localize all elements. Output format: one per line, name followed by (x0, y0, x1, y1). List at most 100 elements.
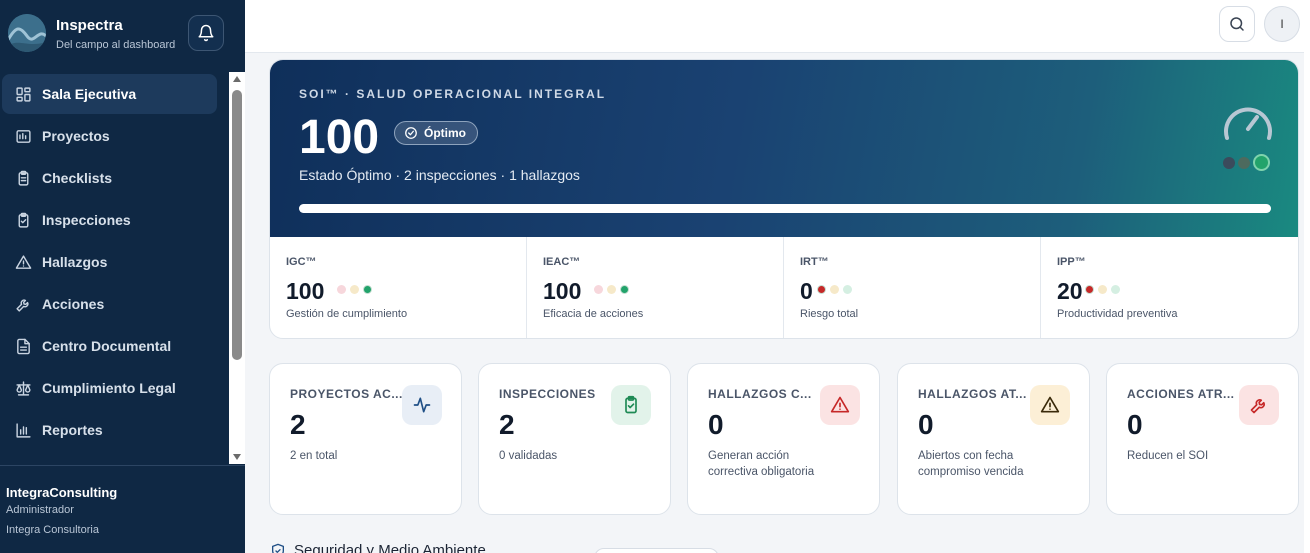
metric-dot (607, 285, 616, 294)
soi-hero: SOI™ · SALUD OPERACIONAL INTEGRAL 100 Óp… (270, 60, 1298, 237)
kpi-card[interactable]: PROYECTOS AC... 2 2 en total (269, 363, 462, 515)
soi-score: 100 (299, 111, 380, 164)
metric-traffic-light (594, 285, 629, 294)
shield-icon (272, 543, 284, 553)
check-circle-icon (405, 127, 417, 139)
metric-name: IRT™ (800, 256, 829, 268)
kpi-card[interactable]: ACCIONES ATR... 0 Reducen el SOI (1106, 363, 1299, 515)
soi-card: SOI™ · SALUD OPERACIONAL INTEGRAL 100 Óp… (269, 59, 1299, 339)
metric-dot (620, 285, 629, 294)
kpi-description: 0 validadas (499, 450, 558, 462)
alert-triangle-icon (1040, 396, 1060, 413)
sidebar-item-label: Proyectos (42, 128, 110, 144)
metric-dot (350, 285, 359, 294)
kpi-card[interactable]: HALLAZGOS C... 0 Generan acción correctiva… (687, 363, 880, 515)
sidebar-item-hallazgos[interactable]: Hallazgos (2, 242, 217, 282)
kpi-icon-badge (611, 385, 651, 425)
search-icon (1230, 17, 1244, 31)
sidebar-item-sala-ejecutiva[interactable]: Sala Ejecutiva (2, 74, 217, 114)
sidebar-divider (0, 465, 245, 466)
kpi-icon-badge (1030, 385, 1070, 425)
sidebar-item-checklists[interactable]: Checklists (2, 158, 217, 198)
kpi-value: 0 (1127, 409, 1143, 440)
document-icon (14, 337, 32, 355)
brand-logo (8, 14, 46, 52)
clipboard-icon (14, 169, 32, 187)
sidebar-item-label: Cumplimiento Legal (42, 380, 176, 396)
alert-triangle-icon (830, 396, 850, 413)
metric-dot (594, 285, 603, 294)
kpi-description: 2 en total (290, 450, 338, 462)
kpi-description: Generan acción correctiva obligatoria (708, 450, 815, 478)
section-filter-pill[interactable] (594, 548, 719, 553)
sidebar-item-reportes[interactable]: Reportes (2, 410, 217, 450)
clipboard-check-icon (14, 211, 32, 229)
metric-dot (830, 285, 839, 294)
search-button[interactable] (1219, 6, 1255, 42)
section-title-label: Seguridad y Medio Ambiente (294, 542, 486, 553)
kpi-value: 2 (290, 409, 306, 440)
sidebar-item-label: Acciones (42, 296, 105, 312)
kpi-title: HALLAZGOS C... (708, 387, 812, 401)
traffic-dot-amber (1238, 156, 1250, 169)
metric-ieac: IEAC™ 100 Eficacia de acciones (527, 237, 784, 338)
sidebar-item-proyectos[interactable]: Proyectos (2, 116, 217, 156)
sidebar-scrollbar[interactable] (229, 72, 245, 464)
sidebar-nav: Sala Ejecutiva Proyectos Checklists Inspecc… (0, 72, 229, 464)
soi-progress-fill (299, 204, 1271, 213)
metric-irt: IRT™ 0 Riesgo total (784, 237, 1041, 338)
clipboard-check-icon (625, 395, 637, 414)
soi-metrics: IGC™ 100 Gestión de cumplimiento IEAC™ 100 Ef… (270, 237, 1298, 338)
metric-dot (843, 285, 852, 294)
kpi-card[interactable]: HALLAZGOS AT... 0 Abiertos con fecha compr… (897, 363, 1090, 515)
wrench-icon (1250, 399, 1265, 414)
brand-subtitle: Del campo al dashboard (56, 39, 176, 51)
sidebar-item-label: Checklists (42, 170, 113, 186)
sidebar-item-cumplimiento-legal[interactable]: Cumplimiento Legal (2, 368, 217, 408)
kpi-title: INSPECCIONES (499, 387, 596, 401)
sidebar-item-acciones[interactable]: Acciones (2, 284, 217, 324)
metric-name: IGC™ (286, 256, 317, 268)
user-avatar[interactable]: I (1264, 6, 1300, 42)
kpi-value: 0 (918, 409, 934, 440)
metric-ipp: IPP™ 20 Productividad preventiva (1041, 237, 1298, 338)
sidebar-item-label: Reportes (42, 422, 103, 438)
soi-traffic-light (1223, 154, 1270, 171)
org-company: Integra Consultoria (6, 524, 99, 536)
projects-icon (14, 127, 32, 145)
metric-description: Gestión de cumplimiento (286, 308, 408, 320)
metric-dot (1111, 285, 1120, 294)
soi-label: SOI™ · SALUD OPERACIONAL INTEGRAL (299, 87, 607, 101)
org-role: Administrador (6, 504, 74, 516)
activity-icon (413, 397, 431, 413)
scale-icon (14, 379, 32, 397)
soi-badge-label: Óptimo (424, 126, 466, 140)
brand: Inspectra Del campo al dashboard (0, 0, 245, 68)
gauge-icon (1224, 107, 1272, 140)
dashboard-icon (14, 85, 32, 103)
notifications-button[interactable] (188, 15, 224, 51)
scroll-thumb[interactable] (232, 90, 242, 360)
main-scrollbar[interactable] (1304, 0, 1310, 553)
sidebar-item-label: Hallazgos (42, 254, 108, 270)
metric-name: IEAC™ (543, 256, 581, 268)
metric-value: 20 (1057, 278, 1083, 304)
sidebar-item-centro-documental[interactable]: Centro Documental (2, 326, 217, 366)
sidebar-item-inspecciones[interactable]: Inspecciones (2, 200, 217, 240)
scroll-up-icon[interactable] (233, 76, 241, 82)
kpi-title: HALLAZGOS AT... (918, 387, 1027, 401)
warning-icon (14, 253, 32, 271)
kpi-card[interactable]: INSPECCIONES 2 0 validadas (478, 363, 671, 515)
kpi-icon-badge (1239, 385, 1279, 425)
soi-progress-bar (299, 204, 1271, 213)
sidebar: Inspectra Del campo al dashboard Sala Ej… (0, 0, 245, 553)
metric-traffic-light (817, 285, 852, 294)
scroll-down-icon[interactable] (233, 454, 241, 460)
metric-description: Eficacia de acciones (543, 308, 644, 320)
kpi-title: ACCIONES ATR... (1127, 387, 1235, 401)
metric-dot (1085, 285, 1094, 294)
bell-icon (198, 24, 214, 42)
section-title: Seguridad y Medio Ambiente (270, 542, 486, 553)
metric-dot (1098, 285, 1107, 294)
traffic-dot-green (1253, 154, 1270, 171)
